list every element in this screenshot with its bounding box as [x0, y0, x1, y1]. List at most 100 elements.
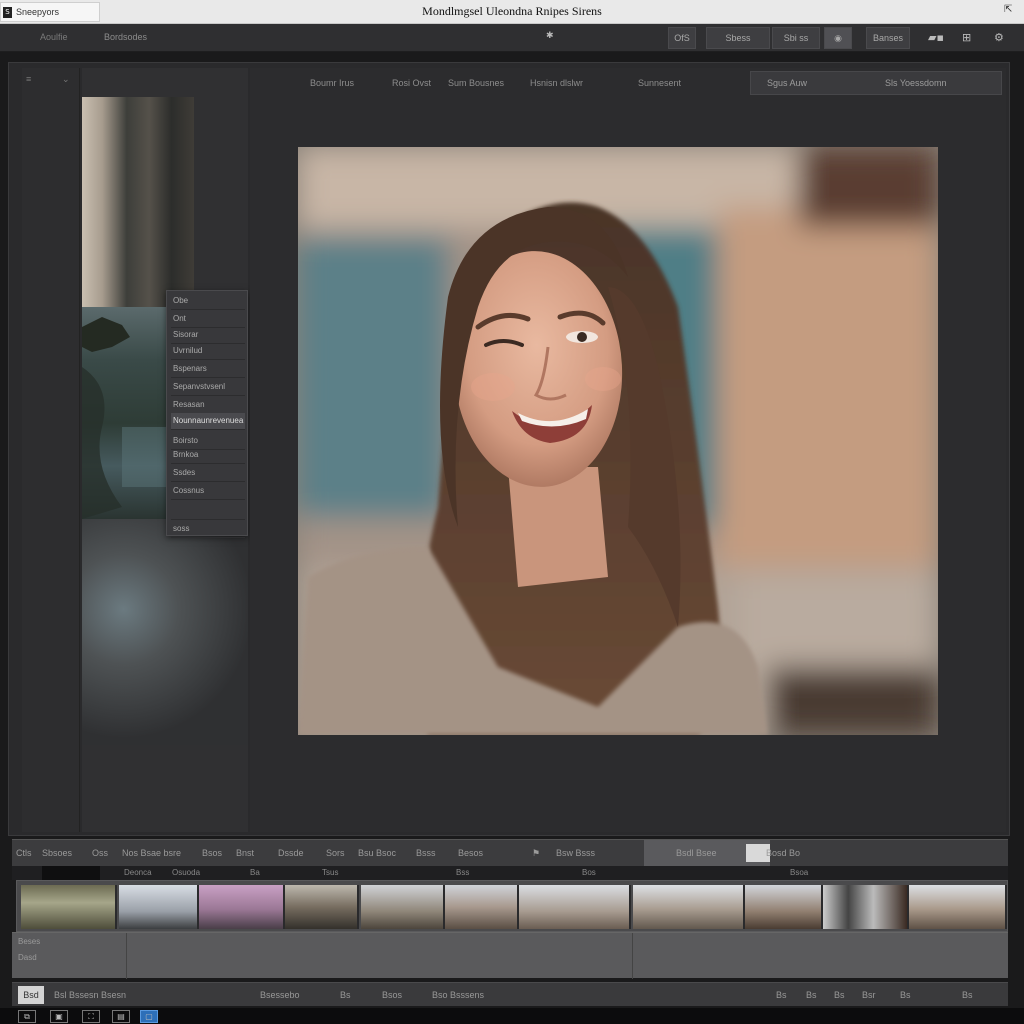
filmstrip-header-label[interactable]: Besos	[458, 848, 483, 858]
filmstrip-header-label[interactable]: Bsss	[416, 848, 436, 858]
filmstrip-frame[interactable]	[361, 885, 445, 929]
app-tab[interactable]: S Sneepyors	[0, 2, 100, 22]
search-box[interactable]: Sgus Auw Sls Yoessdomn	[750, 71, 1002, 95]
filmstrip-header-label[interactable]: Ctls	[16, 848, 32, 858]
menu-item[interactable]: Nounnaunrevenuea	[171, 413, 245, 430]
menu-item[interactable]: Obe	[171, 293, 245, 310]
taskbar-icon-4[interactable]: ▤	[112, 1010, 130, 1023]
menu-item[interactable]	[171, 503, 245, 520]
taskbar-icon-3[interactable]: ⛶	[82, 1010, 100, 1023]
taskbar-icon-5[interactable]: ▢	[140, 1010, 158, 1023]
taskbar-icon-1[interactable]: ⧉	[18, 1010, 36, 1023]
bottom-right-label[interactable]: Bs	[806, 990, 817, 1000]
menu-item[interactable]: Bspenars	[171, 361, 245, 378]
preview-label-4[interactable]: Hsnisn dlslwr	[530, 78, 583, 88]
filmstrip	[16, 880, 1008, 932]
bottom-mid3[interactable]: Bsos	[382, 990, 402, 1000]
filmstrip-lower-panel: Beses Dasd	[12, 932, 1008, 979]
filmstrip-header-label[interactable]: Bsu Bsoc	[358, 848, 396, 858]
title-bar: S Sneepyors Mondlmgsel Uleondna Rnipes S…	[0, 0, 1024, 24]
thumbnail-tree[interactable]	[82, 97, 194, 307]
bottom-right-label[interactable]: Bsr	[862, 990, 876, 1000]
filmstrip-header-label[interactable]: Nos Bsae bsre	[122, 848, 181, 858]
menu-item[interactable]: Sepanvstvsenl	[171, 379, 245, 396]
bottom-square-button[interactable]: Bsd	[18, 986, 44, 1004]
menu-item[interactable]: Uvrnilud	[171, 343, 245, 360]
preview-label-2[interactable]: Rosi Ovst	[392, 78, 431, 88]
menu-item[interactable]: soss	[171, 521, 245, 538]
toolbar-second-text[interactable]: Bordsodes	[104, 32, 147, 42]
grid-icon[interactable]: ⊞	[962, 31, 971, 44]
filmstrip-sub-label: Ba	[250, 868, 260, 877]
menu-item[interactable]: Ont	[171, 311, 245, 328]
menu-item[interactable]: Resasan	[171, 397, 245, 414]
toggle-icon[interactable]: ▰▪	[928, 31, 944, 44]
menu-item[interactable]: Sisorar	[171, 327, 245, 344]
filmstrip-sub-label: Osuoda	[172, 868, 201, 877]
preview-label-3[interactable]: Sum Bousnes	[448, 78, 504, 88]
left-tool-column: ≡ ⌄	[22, 68, 80, 832]
filmstrip-frame[interactable]	[199, 885, 285, 929]
bottom-right-label[interactable]: Bs	[900, 990, 911, 1000]
filmstrip-sub-label: Tsus	[322, 868, 339, 877]
toolbar-button-1[interactable]: OfS	[668, 27, 696, 49]
filmstrip-sub-label: Deonca	[124, 868, 152, 877]
filmstrip-header-label[interactable]: Bsdl Bsee	[676, 848, 717, 858]
toolbar: Aoulfie Bordsodes ✱ OfS Sbess Sbi ss ◉ B…	[0, 24, 1024, 52]
filmstrip-header-label[interactable]: Sors	[326, 848, 345, 858]
preview-label-1[interactable]: Boumr Irus	[310, 78, 354, 88]
chevron-down-icon[interactable]: ⌄	[62, 74, 70, 85]
bottom-mid2[interactable]: Bs	[340, 990, 351, 1000]
filmstrip-frame[interactable]	[21, 885, 117, 929]
filmstrip-header-label[interactable]: Dssde	[278, 848, 304, 858]
filmstrip-frame[interactable]	[745, 885, 823, 929]
filmstrip-header-label[interactable]: Bosd Bo	[766, 848, 800, 858]
filmstrip-sub-label: Bos	[582, 868, 596, 877]
filmstrip-header-label[interactable]: Sbsoes	[42, 848, 72, 858]
flag-icon[interactable]: ⚑	[532, 848, 540, 859]
toolbar-button-3[interactable]: Sbi ss	[772, 27, 820, 49]
search-right-text: Sls Yoessdomn	[885, 78, 947, 88]
filmstrip-frame[interactable]	[445, 885, 519, 929]
filmstrip-frame[interactable]	[909, 885, 1007, 929]
filmstrip-header-label[interactable]: Bsw Bsss	[556, 848, 595, 858]
filmstrip-header-label[interactable]: Oss	[92, 848, 108, 858]
preview-label-5[interactable]: Sunnesent	[638, 78, 681, 88]
thumbnail-coast[interactable]	[82, 307, 172, 519]
bottom-mid1[interactable]: Bsessebo	[260, 990, 300, 1000]
search-left-text: Sgus Auw	[767, 78, 808, 88]
filmstrip-sub-label: Bsoa	[790, 868, 809, 877]
lower-row2: Dasd	[18, 953, 37, 962]
record-button[interactable]: ◉	[824, 27, 852, 49]
bottom-right-label[interactable]: Bs	[834, 990, 845, 1000]
filmstrip-frame[interactable]	[823, 885, 909, 929]
taskbar-icon-2[interactable]: ▣	[50, 1010, 68, 1023]
pin-icon[interactable]: ⇱	[1004, 4, 1012, 15]
main-photo[interactable]	[298, 147, 938, 735]
menu-item[interactable]: Cossnus	[171, 483, 245, 500]
asterisk-icon[interactable]: ✱	[546, 31, 554, 41]
filmstrip-frame[interactable]	[519, 885, 631, 929]
bottom-left-text[interactable]: Bsl Bssesn Bsesn	[54, 990, 126, 1000]
bottom-right-label[interactable]: Bs	[776, 990, 787, 1000]
filmstrip-sub-label: Bss	[456, 868, 470, 877]
window-title: Mondlmgsel Uleondna Rnipes Sirens	[422, 4, 602, 18]
filmstrip-header-label[interactable]: Bnst	[236, 848, 254, 858]
thumbnail-blur[interactable]	[82, 519, 248, 745]
filmstrip-subheader: Deonca Osuoda Ba Tsus Bss Bos Bsoa	[12, 866, 1008, 880]
toolbar-button-4[interactable]: Banses	[866, 27, 910, 49]
menu-item[interactable]: Ssdes	[171, 465, 245, 482]
lower-row1: Beses	[18, 937, 41, 946]
toolbar-button-2[interactable]: Sbess	[706, 27, 770, 49]
filmstrip-frame[interactable]	[119, 885, 199, 929]
filmstrip-frame[interactable]	[285, 885, 359, 929]
lower-divider	[632, 933, 633, 979]
filmstrip-frame[interactable]	[633, 885, 745, 929]
menu-item[interactable]: Brnkoa	[171, 447, 245, 464]
filmstrip-header-label[interactable]: Bsos	[202, 848, 222, 858]
bottom-mid4[interactable]: Bso Bsssens	[432, 990, 484, 1000]
settings-icon[interactable]: ⚙	[994, 31, 1004, 44]
menu-icon[interactable]: ≡	[26, 74, 31, 84]
bottom-right-label[interactable]: Bs	[962, 990, 973, 1000]
lower-divider	[126, 933, 127, 979]
